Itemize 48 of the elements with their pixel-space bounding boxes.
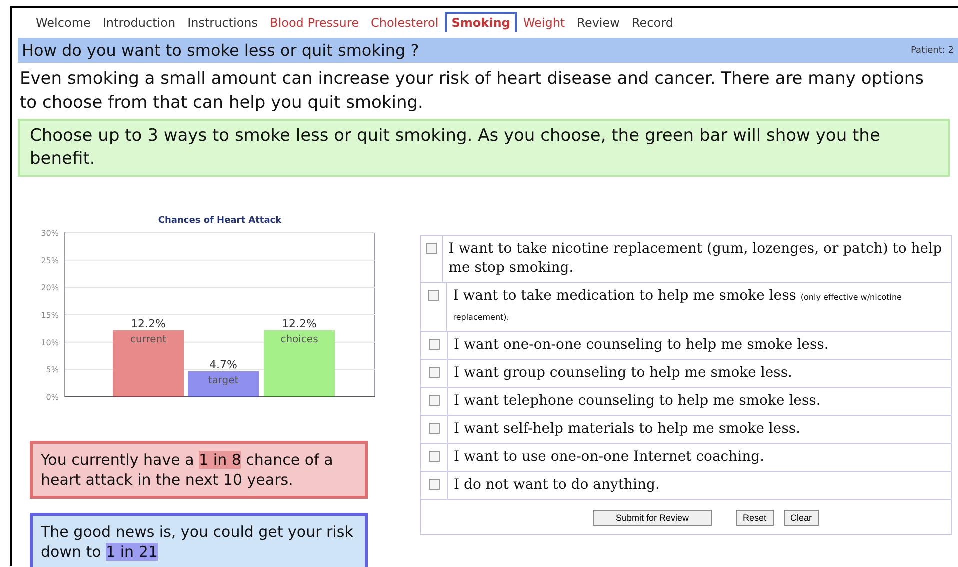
tab[interactable]: Welcome: [30, 14, 97, 32]
checkbox[interactable]: [428, 290, 440, 301]
y-tick-label: 15%: [41, 311, 59, 320]
series-label: choices: [280, 334, 318, 346]
tab[interactable]: Review: [571, 14, 626, 32]
checkbox[interactable]: [428, 423, 440, 434]
page-title: How do you want to smoke less or quit smoking ?: [22, 41, 420, 60]
series-label: current: [130, 334, 167, 346]
option-label: I want to take medication to help me smoke less (only effective w/nicotine replacement).: [452, 287, 903, 324]
checkbox[interactable]: [428, 479, 440, 490]
option-label: I do not want to do anything.: [453, 476, 661, 495]
tab[interactable]: Record: [626, 14, 680, 32]
checkbox[interactable]: [428, 367, 440, 378]
value-label: 12.2%: [131, 317, 166, 330]
instruction-banner: Choose up to 3 ways to smoke less or quit smoking. As you choose, the green bar will show you the benefit.: [18, 119, 950, 177]
tab[interactable]: Weight: [517, 14, 572, 32]
option-label: I want one-on-one counseling to help me smoke less.: [453, 336, 830, 355]
tab[interactable]: Cholesterol: [364, 14, 445, 32]
checkbox[interactable]: [428, 339, 440, 350]
option-label: I want to use one-on-one Internet coaching.: [453, 448, 766, 467]
y-tick-label: 0%: [46, 393, 59, 402]
y-tick-label: 20%: [41, 284, 59, 293]
tab[interactable]: Instructions: [182, 14, 264, 32]
checkbox[interactable]: [428, 395, 440, 406]
option-label: I want to take nicotine replacement (gum, lozenges, or patch) to help me stop smoking.: [448, 240, 944, 278]
tab[interactable]: Introduction: [96, 14, 182, 32]
y-tick-label: 5%: [46, 366, 59, 375]
button[interactable]: Submit for Review: [592, 510, 712, 526]
risk-message: You currently have a 1 in 8 chance of a heart attack in the next 10 years.: [30, 441, 368, 499]
value-label: 4.7%: [210, 358, 238, 372]
button[interactable]: Clear: [784, 510, 820, 526]
button[interactable]: Reset: [736, 510, 774, 526]
checkbox[interactable]: [428, 451, 440, 462]
option-label: I want telephone counseling to help me smoke less.: [453, 392, 822, 411]
chart-title: Chances of Heart Attack: [158, 216, 282, 226]
value-label: 12.2%: [282, 317, 317, 330]
checkbox[interactable]: [426, 243, 437, 254]
option-label: I want group counseling to help me smoke less.: [453, 364, 794, 383]
patient-label: Patient: 2: [911, 46, 954, 56]
tab[interactable]: Smoking: [444, 12, 518, 32]
series-label: target: [208, 375, 239, 386]
y-tick-label: 25%: [41, 256, 59, 266]
intro-text: Even smoking a small amount can increase your risk of heart disease and cancer. There are many options to choose from that can help you quit smoking.: [20, 68, 925, 115]
option-label: I want self-help materials to help me smoke less.: [453, 420, 802, 439]
y-tick-label: 30%: [41, 229, 59, 238]
tab[interactable]: Blood Pressure: [264, 14, 365, 32]
goal-message: The good news is, you could get your risk down to 1 in 21: [30, 513, 368, 567]
y-tick-label: 10%: [41, 338, 59, 348]
